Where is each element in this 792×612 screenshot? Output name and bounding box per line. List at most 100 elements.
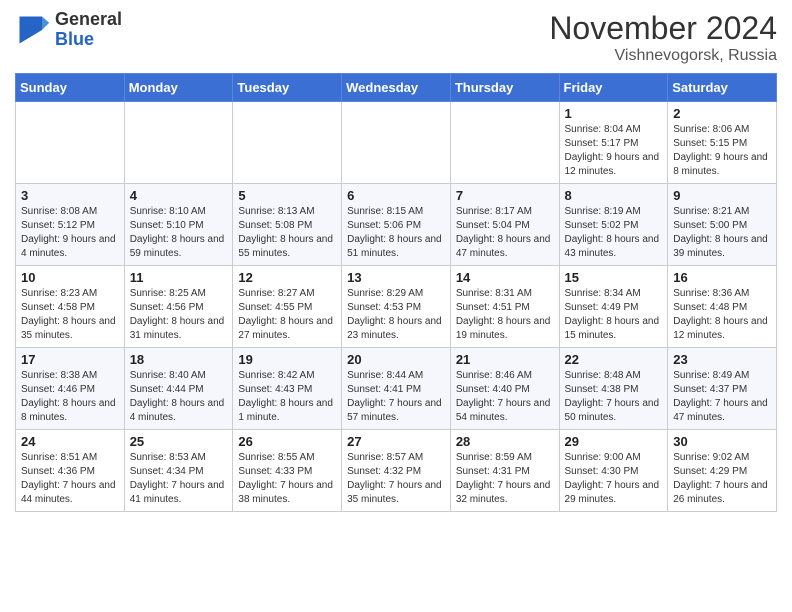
calendar-cell	[124, 102, 233, 184]
day-info: Sunrise: 8:36 AM Sunset: 4:48 PM Dayligh…	[673, 287, 771, 343]
day-number: 25	[130, 434, 228, 449]
day-info: Sunrise: 8:38 AM Sunset: 4:46 PM Dayligh…	[21, 369, 119, 425]
day-info: Sunrise: 8:49 AM Sunset: 4:37 PM Dayligh…	[673, 369, 771, 425]
calendar-cell: 14Sunrise: 8:31 AM Sunset: 4:51 PM Dayli…	[450, 266, 559, 348]
day-info: Sunrise: 8:40 AM Sunset: 4:44 PM Dayligh…	[130, 369, 228, 425]
calendar-week-5: 24 Sunrise: 8:51 AM Sunset: 4:36 PM Dayli…	[16, 430, 777, 512]
day-info: Sunrise: 8:17 AM Sunset: 5:04 PM Dayligh…	[456, 205, 554, 261]
day-info: Sunrise: 8:57 AM Sunset: 4:32 PM Dayligh…	[347, 451, 445, 507]
calendar-cell: 30 Sunrise: 9:02 AM Sunset: 4:29 PM Dayli…	[668, 430, 777, 512]
day-number: 11	[130, 270, 228, 285]
weekday-header-wednesday: Wednesday	[342, 74, 451, 102]
day-number: 18	[130, 352, 228, 367]
logo-text: General Blue	[55, 10, 122, 50]
day-number: 26	[238, 434, 336, 449]
calendar-table: SundayMondayTuesdayWednesdayThursdayFrid…	[15, 73, 777, 512]
day-number: 2	[673, 106, 771, 121]
day-info: Sunrise: 8:19 AM Sunset: 5:02 PM Dayligh…	[565, 205, 663, 261]
calendar-cell	[342, 102, 451, 184]
calendar-cell: 26 Sunrise: 8:55 AM Sunset: 4:33 PM Dayli…	[233, 430, 342, 512]
calendar-cell: 1Sunrise: 8:04 AM Sunset: 5:17 PM Daylig…	[559, 102, 668, 184]
day-number: 27	[347, 434, 445, 449]
day-number: 28	[456, 434, 554, 449]
weekday-header-saturday: Saturday	[668, 74, 777, 102]
calendar-cell: 17 Sunrise: 8:38 AM Sunset: 4:46 PM Dayli…	[16, 348, 125, 430]
day-number: 9	[673, 188, 771, 203]
day-number: 30	[673, 434, 771, 449]
day-number: 10	[21, 270, 119, 285]
calendar-cell: 24 Sunrise: 8:51 AM Sunset: 4:36 PM Dayli…	[16, 430, 125, 512]
calendar-cell: 8 Sunrise: 8:19 AM Sunset: 5:02 PM Daylig…	[559, 184, 668, 266]
day-info: Sunrise: 8:04 AM Sunset: 5:17 PM Dayligh…	[565, 123, 663, 179]
calendar-cell: 5 Sunrise: 8:13 AM Sunset: 5:08 PM Daylig…	[233, 184, 342, 266]
weekday-header-thursday: Thursday	[450, 74, 559, 102]
weekday-header-tuesday: Tuesday	[233, 74, 342, 102]
day-info: Sunrise: 8:21 AM Sunset: 5:00 PM Dayligh…	[673, 205, 771, 261]
calendar-cell: 6 Sunrise: 8:15 AM Sunset: 5:06 PM Daylig…	[342, 184, 451, 266]
day-info: Sunrise: 8:59 AM Sunset: 4:31 PM Dayligh…	[456, 451, 554, 507]
day-info: Sunrise: 8:06 AM Sunset: 5:15 PM Dayligh…	[673, 123, 771, 179]
calendar-cell: 28 Sunrise: 8:59 AM Sunset: 4:31 PM Dayli…	[450, 430, 559, 512]
day-info: Sunrise: 8:48 AM Sunset: 4:38 PM Dayligh…	[565, 369, 663, 425]
weekday-row: SundayMondayTuesdayWednesdayThursdayFrid…	[16, 74, 777, 102]
header: General Blue November 2024 Vishnevogorsk…	[15, 10, 777, 65]
day-number: 6	[347, 188, 445, 203]
calendar-cell: 20 Sunrise: 8:44 AM Sunset: 4:41 PM Dayli…	[342, 348, 451, 430]
day-number: 21	[456, 352, 554, 367]
day-number: 24	[21, 434, 119, 449]
day-number: 3	[21, 188, 119, 203]
day-number: 15	[565, 270, 663, 285]
logo-blue-text: Blue	[55, 30, 122, 50]
calendar-cell: 23Sunrise: 8:49 AM Sunset: 4:37 PM Dayli…	[668, 348, 777, 430]
calendar-cell: 19Sunrise: 8:42 AM Sunset: 4:43 PM Dayli…	[233, 348, 342, 430]
day-info: Sunrise: 8:44 AM Sunset: 4:41 PM Dayligh…	[347, 369, 445, 425]
logo-icon	[15, 12, 51, 48]
calendar-week-2: 3 Sunrise: 8:08 AM Sunset: 5:12 PM Daylig…	[16, 184, 777, 266]
calendar-cell: 29Sunrise: 9:00 AM Sunset: 4:30 PM Dayli…	[559, 430, 668, 512]
day-number: 17	[21, 352, 119, 367]
day-info: Sunrise: 8:55 AM Sunset: 4:33 PM Dayligh…	[238, 451, 336, 507]
calendar-cell: 25 Sunrise: 8:53 AM Sunset: 4:34 PM Dayli…	[124, 430, 233, 512]
day-info: Sunrise: 8:08 AM Sunset: 5:12 PM Dayligh…	[21, 205, 119, 261]
day-info: Sunrise: 9:02 AM Sunset: 4:29 PM Dayligh…	[673, 451, 771, 507]
weekday-header-friday: Friday	[559, 74, 668, 102]
calendar-week-3: 10 Sunrise: 8:23 AM Sunset: 4:58 PM Dayli…	[16, 266, 777, 348]
day-info: Sunrise: 8:25 AM Sunset: 4:56 PM Dayligh…	[130, 287, 228, 343]
day-number: 7	[456, 188, 554, 203]
calendar-cell: 12 Sunrise: 8:27 AM Sunset: 4:55 PM Dayli…	[233, 266, 342, 348]
day-info: Sunrise: 8:27 AM Sunset: 4:55 PM Dayligh…	[238, 287, 336, 343]
day-info: Sunrise: 8:13 AM Sunset: 5:08 PM Dayligh…	[238, 205, 336, 261]
calendar-cell: 3 Sunrise: 8:08 AM Sunset: 5:12 PM Daylig…	[16, 184, 125, 266]
day-number: 12	[238, 270, 336, 285]
day-info: Sunrise: 8:10 AM Sunset: 5:10 PM Dayligh…	[130, 205, 228, 261]
day-info: Sunrise: 8:23 AM Sunset: 4:58 PM Dayligh…	[21, 287, 119, 343]
day-number: 29	[565, 434, 663, 449]
calendar-cell	[233, 102, 342, 184]
day-info: Sunrise: 8:34 AM Sunset: 4:49 PM Dayligh…	[565, 287, 663, 343]
day-number: 5	[238, 188, 336, 203]
logo: General Blue	[15, 10, 122, 50]
calendar-cell: 11 Sunrise: 8:25 AM Sunset: 4:56 PM Dayli…	[124, 266, 233, 348]
calendar-cell: 4 Sunrise: 8:10 AM Sunset: 5:10 PM Daylig…	[124, 184, 233, 266]
calendar-cell	[16, 102, 125, 184]
day-number: 20	[347, 352, 445, 367]
day-info: Sunrise: 8:15 AM Sunset: 5:06 PM Dayligh…	[347, 205, 445, 261]
logo-general-text: General	[55, 10, 122, 30]
calendar-cell: 16Sunrise: 8:36 AM Sunset: 4:48 PM Dayli…	[668, 266, 777, 348]
day-info: Sunrise: 8:51 AM Sunset: 4:36 PM Dayligh…	[21, 451, 119, 507]
day-number: 4	[130, 188, 228, 203]
calendar-cell: 13Sunrise: 8:29 AM Sunset: 4:53 PM Dayli…	[342, 266, 451, 348]
title-block: November 2024 Vishnevogorsk, Russia	[549, 10, 777, 65]
calendar-body: 1Sunrise: 8:04 AM Sunset: 5:17 PM Daylig…	[16, 102, 777, 512]
calendar-cell	[450, 102, 559, 184]
weekday-header-sunday: Sunday	[16, 74, 125, 102]
day-number: 13	[347, 270, 445, 285]
day-info: Sunrise: 8:53 AM Sunset: 4:34 PM Dayligh…	[130, 451, 228, 507]
day-info: Sunrise: 8:46 AM Sunset: 4:40 PM Dayligh…	[456, 369, 554, 425]
calendar-cell: 21 Sunrise: 8:46 AM Sunset: 4:40 PM Dayli…	[450, 348, 559, 430]
day-number: 8	[565, 188, 663, 203]
location-subtitle: Vishnevogorsk, Russia	[549, 47, 777, 65]
calendar-cell: 22Sunrise: 8:48 AM Sunset: 4:38 PM Dayli…	[559, 348, 668, 430]
weekday-header-monday: Monday	[124, 74, 233, 102]
day-info: Sunrise: 8:31 AM Sunset: 4:51 PM Dayligh…	[456, 287, 554, 343]
